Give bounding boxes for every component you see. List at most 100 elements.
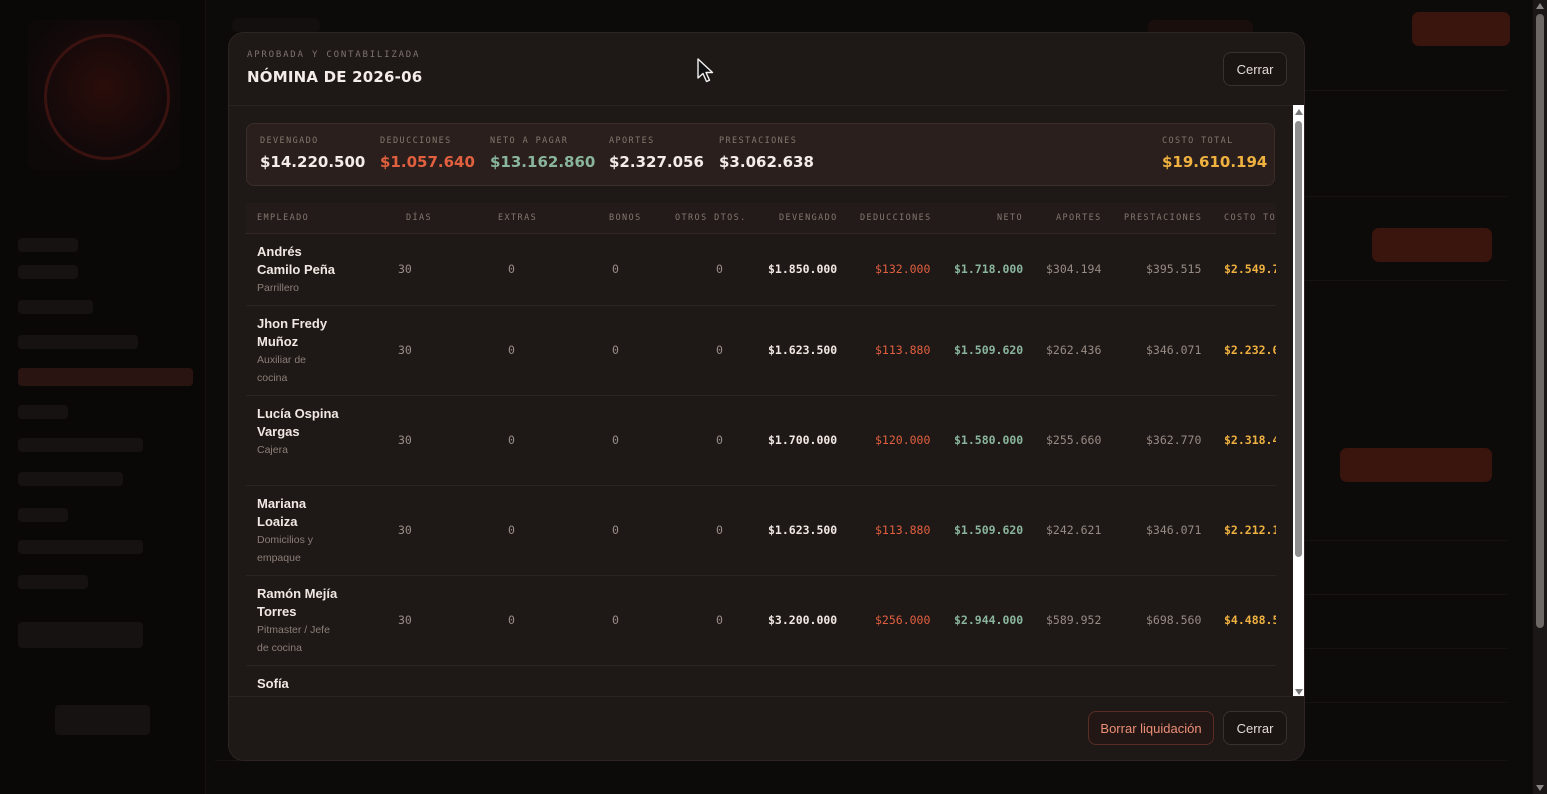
cell-dias: 30	[398, 433, 412, 447]
modal-title: NÓMINA DE 2026-06	[247, 68, 423, 86]
cell-extras: 0	[508, 433, 515, 447]
mouse-cursor-icon	[697, 58, 714, 83]
cell-costo-total: $2.232.0	[1224, 343, 1276, 357]
cell-otros: 0	[716, 343, 723, 357]
cell-prestaciones: $362.770	[1146, 433, 1202, 447]
modal-scroll-thumb[interactable]	[1295, 121, 1302, 557]
employee-name: Mariana Loaiza	[257, 496, 307, 529]
cell-bonos: 0	[612, 262, 619, 276]
stat-neto: NETO A PAGAR $13.162.860	[490, 136, 595, 171]
cell-extras: 0	[508, 343, 515, 357]
modal-scroll-up-icon[interactable]	[1295, 109, 1303, 115]
background-logo	[28, 20, 180, 170]
cell-neto: $1.509.620	[954, 343, 1024, 357]
cell-prestaciones: $346.071	[1146, 523, 1202, 537]
col-neto: NETO	[997, 213, 1024, 223]
stat-devengado-value: $14.220.500	[260, 153, 366, 171]
cell-dias: 30	[398, 613, 412, 627]
col-empleado: EMPLEADO	[257, 213, 310, 223]
cell-extras: 0	[508, 262, 515, 276]
cell-prestaciones: $346.071	[1146, 343, 1202, 357]
col-extras: EXTRAS	[498, 213, 538, 223]
col-prestaciones: PRESTACIONES	[1124, 213, 1203, 223]
cell-costo-total: $2.549.7	[1224, 262, 1276, 276]
col-aportes: APORTES	[1056, 213, 1102, 223]
payroll-table: EMPLEADO DÍAS EXTRAS BONOS OTROS DTOS. D…	[246, 203, 1276, 699]
cell-deducciones: $113.880	[875, 343, 931, 357]
employee-name: Andrés Camilo Peña	[257, 244, 336, 277]
employee-cell: Lucía Ospina Vargas Cajera	[257, 405, 339, 459]
col-otros-dtos: OTROS DTOS.	[675, 213, 747, 223]
stat-neto-label: NETO A PAGAR	[490, 136, 569, 146]
page-scrollbar[interactable]	[1533, 0, 1547, 794]
delete-payroll-button[interactable]: Borrar liquidación	[1088, 711, 1214, 745]
cell-prestaciones: $698.560	[1146, 613, 1202, 627]
table-row[interactable]: Andrés Camilo Peña Parrillero 30 0 0 0 $1…	[246, 234, 1276, 306]
employee-cell: Sofía	[257, 675, 339, 693]
cell-aportes: $262.436	[1046, 343, 1102, 357]
cell-devengado: $1.623.500	[768, 523, 838, 537]
modal-body[interactable]: DEVENGADO $14.220.500 DEDUCCIONES $1.057…	[229, 105, 1292, 699]
col-bonos: BONOS	[609, 213, 642, 223]
table-row[interactable]: Lucía Ospina Vargas Cajera 30 0 0 0 $1.70…	[246, 396, 1276, 486]
cell-bonos: 0	[612, 433, 619, 447]
cell-extras: 0	[508, 613, 515, 627]
employee-name: Ramón Mejía Torres	[257, 586, 338, 619]
cell-deducciones: $113.880	[875, 523, 931, 537]
stat-prestaciones: PRESTACIONES $3.062.638	[719, 136, 814, 171]
cell-neto: $1.509.620	[954, 523, 1024, 537]
modal-footer: Borrar liquidación Cerrar	[229, 696, 1304, 760]
cell-otros: 0	[716, 433, 723, 447]
stat-costo-total-label: COSTO TOTAL	[1162, 136, 1234, 146]
modal-scrollbar[interactable]	[1293, 105, 1304, 699]
table-row[interactable]: Jhon Fredy Muñoz Auxiliar de cocina 30 0 …	[246, 306, 1276, 396]
cell-bonos: 0	[612, 523, 619, 537]
page-scroll-up-icon[interactable]	[1536, 3, 1544, 9]
close-top-button[interactable]: Cerrar	[1223, 52, 1287, 86]
page-scroll-down-icon[interactable]	[1536, 785, 1544, 791]
cell-dias: 30	[398, 523, 412, 537]
col-deducciones: DEDUCCIONES	[860, 213, 932, 223]
cell-aportes: $589.952	[1046, 613, 1102, 627]
stat-devengado: DEVENGADO $14.220.500	[260, 136, 365, 171]
cell-dias: 30	[398, 343, 412, 357]
employee-cell: Andrés Camilo Peña Parrillero	[257, 243, 339, 297]
cell-aportes: $255.660	[1046, 433, 1102, 447]
cell-bonos: 0	[612, 613, 619, 627]
employee-name: Jhon Fredy Muñoz	[257, 316, 328, 349]
cell-otros: 0	[716, 523, 723, 537]
cell-devengado: $1.850.000	[768, 262, 838, 276]
cell-otros: 0	[716, 613, 723, 627]
payroll-modal: APROBADA Y CONTABILIZADA NÓMINA DE 2026-…	[228, 32, 1305, 761]
stat-devengado-label: DEVENGADO	[260, 136, 319, 146]
employee-role: Cajera	[257, 444, 288, 456]
employee-role: Domicilios y empaque	[257, 534, 314, 564]
employee-cell: Ramón Mejía Torres Pitmaster / Jefe de co…	[257, 585, 339, 657]
stat-aportes-label: APORTES	[609, 136, 655, 146]
cell-neto: $2.944.000	[954, 613, 1024, 627]
cell-otros: 0	[716, 262, 723, 276]
table-row[interactable]: Sofía	[246, 666, 1276, 699]
modal-status-eyebrow: APROBADA Y CONTABILIZADA	[247, 50, 421, 60]
stat-aportes-value: $2.327.056	[609, 153, 704, 171]
cell-prestaciones: $395.515	[1146, 262, 1202, 276]
modal-scroll-down-icon[interactable]	[1295, 689, 1303, 695]
close-bottom-button[interactable]: Cerrar	[1223, 711, 1287, 745]
cell-aportes: $304.194	[1046, 262, 1102, 276]
stat-prestaciones-value: $3.062.638	[719, 153, 814, 171]
stat-deducciones-label: DEDUCCIONES	[380, 136, 452, 146]
table-row[interactable]: Ramón Mejía Torres Pitmaster / Jefe de co…	[246, 576, 1276, 666]
cell-devengado: $3.200.000	[768, 613, 838, 627]
employee-name: Sofía	[257, 676, 289, 691]
stat-costo-total-value: $19.610.194	[1162, 153, 1268, 171]
employee-cell: Jhon Fredy Muñoz Auxiliar de cocina	[257, 315, 339, 387]
stat-deducciones-value: $1.057.640	[380, 153, 475, 171]
table-row[interactable]: Mariana Loaiza Domicilios y empaque 30 0 …	[246, 486, 1276, 576]
cell-aportes: $242.621	[1046, 523, 1102, 537]
page-scroll-thumb[interactable]	[1536, 14, 1544, 628]
employee-cell: Mariana Loaiza Domicilios y empaque	[257, 495, 339, 567]
employee-name: Lucía Ospina Vargas	[257, 406, 339, 439]
cell-extras: 0	[508, 523, 515, 537]
cell-devengado: $1.700.000	[768, 433, 838, 447]
col-dias: DÍAS	[406, 213, 433, 223]
